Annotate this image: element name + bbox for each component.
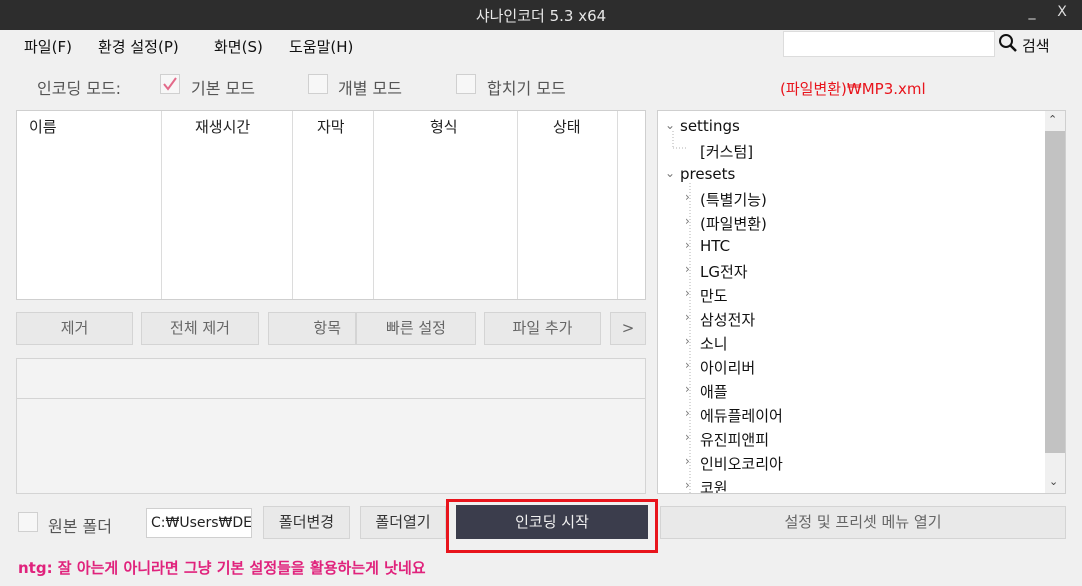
tree-node-label: HTC xyxy=(700,237,731,255)
chevron-right-icon[interactable]: › xyxy=(685,406,690,420)
tree-node-label: settings xyxy=(680,117,740,135)
chevron-down-icon[interactable]: ⌄ xyxy=(665,118,675,132)
tree-node-label: 소니 xyxy=(700,335,728,353)
chevron-right-icon[interactable]: › xyxy=(685,478,690,492)
current-preset-label: (파일변환)₩MP3.xml xyxy=(780,80,926,98)
chevron-right-icon[interactable]: › xyxy=(685,334,690,348)
individual-mode-label[interactable]: 개별 모드 xyxy=(338,75,402,99)
menu-help[interactable]: 도움말(H) xyxy=(289,36,353,57)
tree-node-label: 애플 xyxy=(700,383,728,401)
info-panel-divider xyxy=(17,398,645,399)
tree-node-label: (특별기능) xyxy=(700,191,767,209)
column-status: 상태 xyxy=(518,111,618,299)
file-list-table[interactable]: 이름 재생시간 자막 형식 상태 xyxy=(16,110,646,300)
open-folder-button[interactable]: 폴더열기 xyxy=(360,506,446,539)
check-icon xyxy=(163,77,177,91)
remove-all-button[interactable]: 전체 제거 xyxy=(141,312,259,345)
search-input[interactable] xyxy=(783,31,995,57)
column-header-subtitle[interactable]: 자막 xyxy=(317,116,345,137)
highlight-box xyxy=(446,499,658,553)
column-header-status[interactable]: 상태 xyxy=(553,116,581,137)
column-header-name[interactable]: 이름 xyxy=(29,116,57,137)
tree-node-label: 아이리버 xyxy=(700,359,756,377)
title-bar: 샤나인코더 5.3 x64 _ X xyxy=(0,0,1082,30)
tree-node-label: 인비오코리아 xyxy=(700,455,783,473)
close-button[interactable]: X xyxy=(1052,4,1072,20)
magnifier-icon[interactable] xyxy=(998,33,1018,57)
tree-node-label: 유진피앤피 xyxy=(700,431,770,449)
individual-mode-checkbox[interactable] xyxy=(308,74,328,94)
encoding-mode-label: 인코딩 모드: xyxy=(37,79,122,98)
chevron-down-icon[interactable]: ⌄ xyxy=(665,166,675,180)
chevron-right-icon[interactable]: › xyxy=(685,454,690,468)
item-button[interactable]: 항목 xyxy=(268,312,356,345)
chevron-right-icon[interactable]: › xyxy=(685,358,690,372)
footer-note: ntg: 잘 아는게 아니라면 그냥 기본 설정들을 활용하는게 낫네요 xyxy=(18,559,426,577)
folder-path-input[interactable]: C:₩Users₩DE xyxy=(146,508,252,538)
tree-node-label: [커스텀] xyxy=(700,143,754,161)
chevron-right-icon[interactable]: › xyxy=(685,310,690,324)
info-panel xyxy=(16,358,646,494)
chevron-right-icon[interactable]: › xyxy=(685,238,690,252)
column-duration: 재생시간 xyxy=(162,111,293,299)
merge-mode-label[interactable]: 합치기 모드 xyxy=(487,75,566,99)
menu-preferences[interactable]: 환경 설정(P) xyxy=(98,36,179,57)
column-subtitle: 자막 xyxy=(293,111,374,299)
chevron-right-icon[interactable]: › xyxy=(685,190,690,204)
chevron-right-icon[interactable]: › xyxy=(685,286,690,300)
search-button[interactable]: 검색 xyxy=(1022,35,1050,56)
change-folder-button[interactable]: 폴더변경 xyxy=(263,506,350,539)
menu-view[interactable]: 화면(S) xyxy=(214,36,263,57)
scroll-down-icon[interactable]: ⌄ xyxy=(1049,475,1058,488)
source-folder-checkbox[interactable] xyxy=(18,512,38,532)
chevron-right-icon[interactable]: › xyxy=(685,430,690,444)
tree-node-label: LG전자 xyxy=(700,263,748,281)
tree-node-label: 코원 xyxy=(700,479,728,494)
scroll-thumb[interactable] xyxy=(1045,131,1065,453)
window-title: 샤나인코더 5.3 x64 xyxy=(475,7,607,25)
menu-file[interactable]: 파일(F) xyxy=(24,36,72,57)
tree-node-label: (파일변환) xyxy=(700,215,767,233)
chevron-right-icon[interactable]: › xyxy=(685,214,690,228)
preset-tree[interactable]: ⌄ settings [커스텀] ⌄ presets › (특별기능) › (파일변환) › HTC… xyxy=(657,110,1066,494)
source-folder-label: 원본 폴더 xyxy=(48,517,112,536)
tree-node-label: 삼성전자 xyxy=(700,311,756,329)
merge-mode-checkbox[interactable] xyxy=(456,74,476,94)
minimize-button[interactable]: _ xyxy=(1022,4,1042,20)
more-button[interactable]: > xyxy=(610,312,646,345)
chevron-right-icon[interactable]: › xyxy=(685,262,690,276)
remove-button[interactable]: 제거 xyxy=(16,312,133,345)
tree-node-label: 만도 xyxy=(700,287,728,305)
tree-node-label: presets xyxy=(680,165,736,183)
open-settings-menu-button[interactable]: 설정 및 프리셋 메뉴 열기 xyxy=(660,506,1066,539)
column-format: 형식 xyxy=(374,111,518,299)
quick-settings-button[interactable]: 빠른 설정 xyxy=(356,312,476,345)
basic-mode-label[interactable]: 기본 모드 xyxy=(191,75,255,99)
basic-mode-checkbox[interactable] xyxy=(160,74,180,94)
column-name: 이름 xyxy=(17,111,162,299)
add-file-button[interactable]: 파일 추가 xyxy=(484,312,601,345)
column-header-format[interactable]: 형식 xyxy=(430,116,458,137)
column-header-duration[interactable]: 재생시간 xyxy=(195,116,250,137)
tree-node-label: 에듀플레이어 xyxy=(700,407,783,425)
chevron-right-icon[interactable]: › xyxy=(685,382,690,396)
scroll-up-icon[interactable]: ⌃ xyxy=(1048,113,1057,126)
